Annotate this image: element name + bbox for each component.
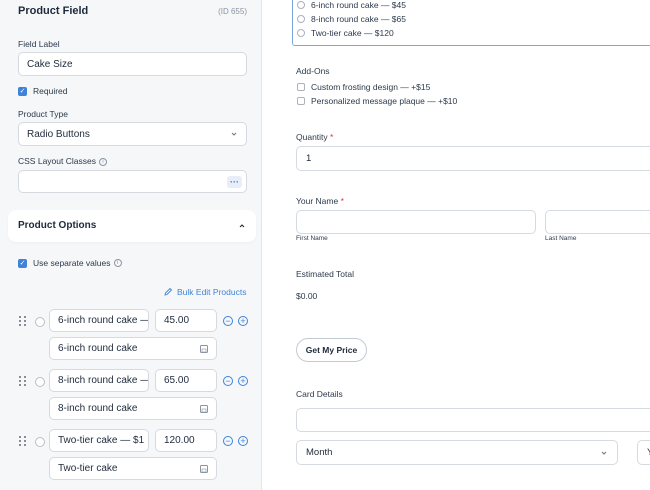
separate-values-label: Use separate values: [33, 258, 111, 268]
radio-icon: [297, 1, 305, 9]
add-option-icon[interactable]: +: [238, 316, 248, 326]
quantity-input[interactable]: 1: [296, 146, 650, 171]
default-option-radio[interactable]: [35, 317, 45, 327]
chevron-down-icon: [231, 132, 237, 136]
addon-text: Personalized message plaque — +$10: [311, 96, 458, 106]
option-text: Two-tier cake — $120: [311, 28, 394, 38]
option-label-value: Two-tier cake — $1: [58, 435, 145, 446]
radio-icon: [297, 15, 305, 23]
panel-title: Product Field: [18, 5, 89, 17]
addon-checkbox[interactable]: Personalized message plaque — +$10: [297, 96, 457, 106]
separate-values-checkbox[interactable]: ✓ Use separate values i: [18, 258, 122, 268]
option-price-input[interactable]: 65.00: [155, 369, 217, 392]
card-year-select[interactable]: Y: [637, 440, 650, 465]
drag-handle-icon[interactable]: [19, 316, 27, 327]
bulk-edit-label: Bulk Edit Products: [177, 287, 247, 297]
get-my-price-button[interactable]: Get My Price: [296, 338, 367, 362]
option-label-input[interactable]: 8-inch round cake —: [49, 369, 149, 392]
save-icon: [200, 344, 208, 353]
option-value-input[interactable]: Two-tier cake: [49, 457, 217, 480]
last-name-label: Last Name: [545, 235, 577, 242]
option-price-input[interactable]: 120.00: [155, 429, 217, 452]
default-option-radio[interactable]: [35, 437, 45, 447]
required-label: Required: [33, 86, 68, 96]
card-number-input[interactable]: [296, 408, 650, 432]
quantity-label: Quantity *: [296, 132, 334, 142]
month-value: Month: [306, 447, 333, 458]
product-options-header[interactable]: Product Options: [8, 210, 256, 242]
info-icon: i: [98, 157, 107, 166]
field-label-input[interactable]: Cake Size: [18, 52, 247, 76]
css-classes-label: CSS Layout Classes i: [18, 156, 107, 166]
save-icon: [200, 464, 208, 473]
option-value-input[interactable]: 6-inch round cake: [49, 337, 217, 360]
chevron-down-icon: [601, 451, 607, 455]
addon-text: Custom frosting design — +$15: [311, 82, 431, 92]
checkmark-icon: ✓: [18, 86, 27, 96]
more-options-button[interactable]: ···: [227, 175, 242, 188]
drag-handle-icon[interactable]: [19, 436, 27, 447]
drag-handle-icon[interactable]: [19, 376, 27, 387]
card-details-label: Card Details: [296, 389, 343, 399]
cake-option-radio[interactable]: Two-tier cake — $120: [297, 28, 394, 38]
field-id: (ID 655): [218, 7, 247, 16]
option-text: 8-inch round cake — $65: [311, 14, 406, 24]
quantity-value: 1: [306, 153, 312, 164]
last-name-input[interactable]: [545, 210, 650, 234]
default-option-radio[interactable]: [35, 377, 45, 387]
remove-option-icon[interactable]: −: [223, 376, 233, 386]
chevron-up-icon: [239, 224, 245, 228]
option-value: Two-tier cake: [58, 463, 118, 474]
option-text: 6-inch round cake — $45: [311, 0, 406, 10]
info-icon: i: [113, 259, 122, 267]
product-options-title: Product Options: [18, 220, 97, 231]
checkbox-icon: [297, 97, 305, 105]
option-price-value: 120.00: [164, 435, 195, 446]
your-name-label: Your Name *: [296, 196, 344, 206]
option-label-input[interactable]: Two-tier cake — $1: [49, 429, 149, 452]
addons-label: Add-Ons: [296, 66, 330, 76]
option-label-value: 8-inch round cake —: [58, 375, 149, 386]
option-price-input[interactable]: 45.00: [155, 309, 217, 332]
option-label-value: 6-inch round cake —: [58, 315, 149, 326]
field-label-label: Field Label: [18, 39, 60, 49]
product-type-select[interactable]: Radio Buttons: [18, 122, 247, 146]
field-settings-sidebar: Product Field (ID 655) Field Label Cake …: [0, 0, 262, 490]
remove-option-icon[interactable]: −: [223, 436, 233, 446]
checkmark-icon: ✓: [18, 258, 27, 268]
first-name-input[interactable]: [296, 210, 536, 234]
addon-checkbox[interactable]: Custom frosting design — +$15: [297, 82, 430, 92]
option-label-input[interactable]: 6-inch round cake —: [49, 309, 149, 332]
radio-icon: [297, 29, 305, 37]
field-label-value: Cake Size: [27, 58, 73, 70]
cake-option-radio[interactable]: 8-inch round cake — $65: [297, 14, 406, 24]
bulk-edit-link[interactable]: Bulk Edit Products: [163, 287, 246, 297]
estimated-total-label: Estimated Total: [296, 269, 354, 279]
first-name-label: First Name: [296, 235, 328, 242]
add-option-icon[interactable]: +: [238, 436, 248, 446]
product-type-value: Radio Buttons: [27, 128, 90, 140]
option-value: 6-inch round cake: [58, 343, 138, 354]
remove-option-icon[interactable]: −: [223, 316, 233, 326]
required-checkbox[interactable]: ✓ Required: [18, 86, 68, 96]
option-value: 8-inch round cake: [58, 403, 138, 414]
css-classes-input[interactable]: ···: [18, 170, 247, 193]
cake-option-radio[interactable]: 6-inch round cake — $45: [297, 0, 406, 10]
option-value-input[interactable]: 8-inch round cake: [49, 397, 217, 420]
option-price-value: 45.00: [164, 315, 190, 326]
card-month-select[interactable]: Month: [296, 440, 618, 465]
option-price-value: 65.00: [164, 375, 190, 386]
save-icon: [200, 404, 208, 413]
pencil-icon: [164, 287, 173, 296]
product-type-label: Product Type: [18, 109, 68, 119]
checkbox-icon: [297, 83, 305, 91]
estimated-total-value: $0.00: [296, 291, 318, 301]
add-option-icon[interactable]: +: [238, 376, 248, 386]
